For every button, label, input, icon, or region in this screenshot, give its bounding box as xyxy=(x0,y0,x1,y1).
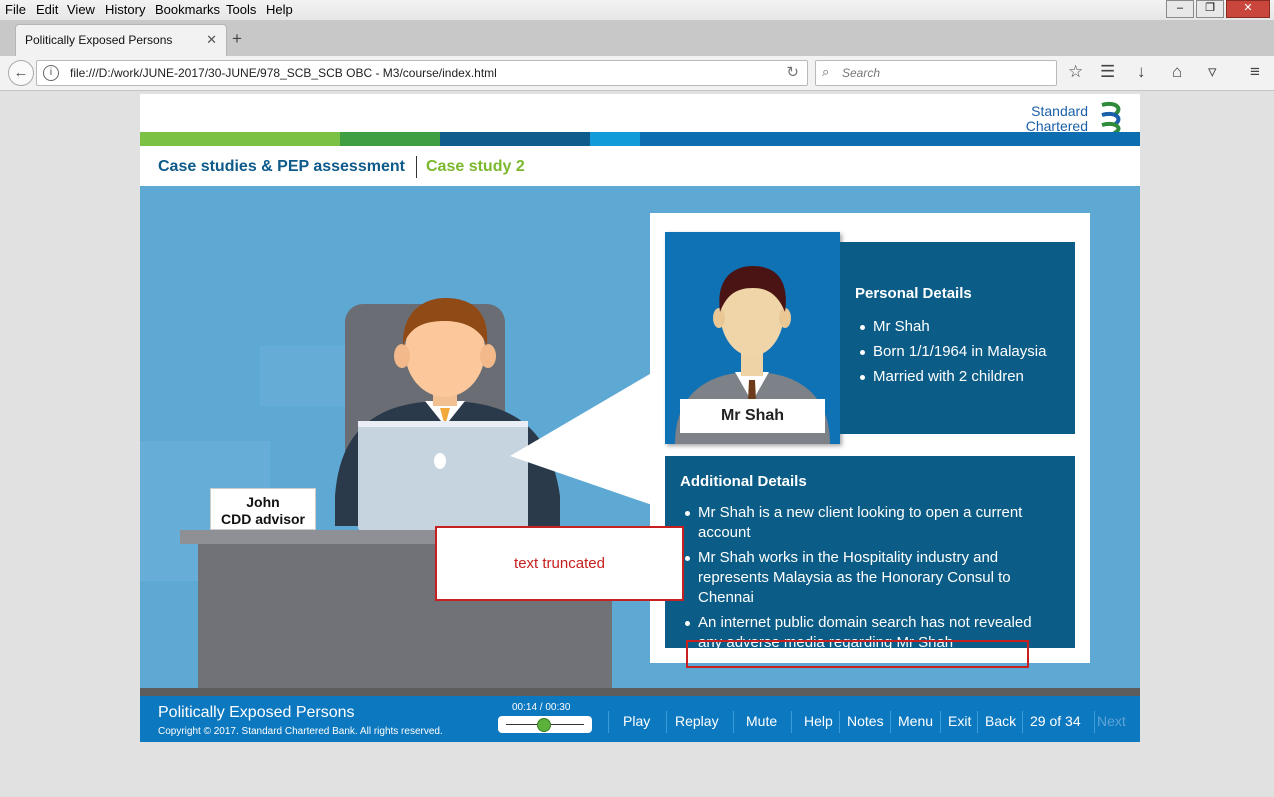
advisor-nameplate: John CDD advisor xyxy=(210,488,316,530)
case-study-scene: John CDD advisor Mr Shah Personal Detail xyxy=(140,186,1140,688)
footer-divider xyxy=(791,711,792,733)
subsection-title: Case study 2 xyxy=(426,158,525,175)
help-button[interactable]: Help xyxy=(804,713,833,729)
audio-timer: 00:14 / 00:30 xyxy=(512,702,571,713)
menu-button[interactable]: Menu xyxy=(898,713,933,729)
next-button[interactable]: Next xyxy=(1097,713,1126,729)
list-item: Mr Shah xyxy=(858,318,1046,343)
list-item: Born 1/1/1964 in Malaysia xyxy=(858,343,1046,368)
section-title: Case studies & PEP assessment xyxy=(158,158,405,175)
reading-list-icon[interactable]: ☰ xyxy=(1100,62,1115,82)
additional-details-title: Additional Details xyxy=(680,473,807,490)
menu-tools[interactable]: Tools xyxy=(226,2,256,17)
notes-button[interactable]: Notes xyxy=(847,713,884,729)
footer-divider xyxy=(890,711,891,733)
list-item: Married with 2 children xyxy=(858,368,1046,393)
personal-details-title: Personal Details xyxy=(855,285,972,302)
advisor-name: John xyxy=(246,494,280,510)
search-input[interactable]: ⌕ Search xyxy=(815,60,1057,86)
reload-icon[interactable]: ↻ xyxy=(786,63,799,81)
course-page: Standard Chartered Case studies & PEP as… xyxy=(140,94,1140,742)
stripe-segment xyxy=(440,132,590,146)
footer-divider xyxy=(733,711,734,733)
footer-divider xyxy=(666,711,667,733)
footer-divider xyxy=(608,711,609,733)
page-counter: 29 of 34 xyxy=(1030,713,1081,729)
stripe-segment xyxy=(640,132,1140,146)
home-icon[interactable]: ⌂ xyxy=(1172,62,1182,82)
bookmark-star-icon[interactable]: ☆ xyxy=(1068,62,1083,82)
menu-bar: File Edit View History Bookmarks Tools H… xyxy=(0,0,1274,20)
play-button[interactable]: Play xyxy=(623,713,650,729)
course-footer: Politically Exposed Persons Copyright © … xyxy=(140,696,1140,742)
search-icon: ⌕ xyxy=(822,64,830,79)
personal-details-panel: Personal Details Mr Shah Born 1/1/1964 i… xyxy=(840,242,1075,434)
stripe-segment xyxy=(340,132,440,146)
tab-close-icon[interactable]: ✕ xyxy=(206,32,217,48)
page-title-bar: Case studies & PEP assessment Case study… xyxy=(140,146,1140,186)
client-name-label: Mr Shah xyxy=(680,399,825,433)
url-bar[interactable]: i file:///D:/work/JUNE-2017/30-JUNE/978_… xyxy=(36,60,808,86)
close-icon[interactable]: ✕ xyxy=(1226,0,1270,18)
footer-separator xyxy=(140,688,1140,696)
slider-handle[interactable] xyxy=(536,718,551,732)
minimize-icon[interactable]: ‒ xyxy=(1166,0,1194,18)
additional-details-panel: Additional Details Mr Shah is a new clie… xyxy=(665,456,1075,648)
menu-help[interactable]: Help xyxy=(266,2,293,17)
menu-edit[interactable]: Edit xyxy=(36,2,58,17)
logo-mark-icon xyxy=(1101,102,1121,135)
footer-divider xyxy=(940,711,941,733)
client-portrait: Mr Shah xyxy=(665,232,840,444)
download-icon[interactable]: ↓ xyxy=(1137,62,1146,82)
menu-history[interactable]: History xyxy=(105,2,145,17)
pocket-icon[interactable]: ▿ xyxy=(1208,62,1217,82)
info-icon[interactable]: i xyxy=(43,65,59,81)
menu-view[interactable]: View xyxy=(67,2,95,17)
tab-title: Politically Exposed Persons xyxy=(25,33,173,47)
title-divider xyxy=(416,156,417,178)
additional-details-list: Mr Shah is a new client looking to open … xyxy=(683,503,1058,648)
navigation-bar: ← i file:///D:/work/JUNE-2017/30-JUNE/97… xyxy=(0,56,1274,91)
footer-divider xyxy=(839,711,840,733)
footer-divider xyxy=(1094,711,1095,733)
review-annotation-box: text truncated xyxy=(435,526,684,601)
search-placeholder: Search xyxy=(842,66,881,80)
client-profile-card: Mr Shah Personal Details Mr Shah Born 1/… xyxy=(650,213,1090,663)
back-button[interactable]: Back xyxy=(985,713,1016,729)
list-item: Mr Shah is a new client looking to open … xyxy=(683,503,1058,543)
tab-strip: Politically Exposed Persons ✕ + xyxy=(0,20,1274,57)
list-item: Mr Shah works in the Hospitality industr… xyxy=(683,548,1058,608)
copyright-text: Copyright © 2017. Standard Chartered Ban… xyxy=(158,726,443,737)
url-text[interactable]: file:///D:/work/JUNE-2017/30-JUNE/978_SC… xyxy=(70,66,497,80)
hamburger-menu-icon[interactable]: ≡ xyxy=(1250,62,1260,82)
stripe-segment xyxy=(140,132,340,146)
exit-button[interactable]: Exit xyxy=(948,713,971,729)
restore-icon[interactable]: ❐ xyxy=(1196,0,1224,18)
menu-bookmarks[interactable]: Bookmarks xyxy=(155,2,220,17)
truncation-highlight-box xyxy=(686,640,1029,668)
audio-progress-slider[interactable] xyxy=(498,716,592,733)
logo-text-line1: Standard xyxy=(1031,103,1088,119)
mute-button[interactable]: Mute xyxy=(746,713,777,729)
footer-divider xyxy=(1022,711,1023,733)
advisor-role: CDD advisor xyxy=(220,511,306,527)
browser-tab[interactable]: Politically Exposed Persons ✕ xyxy=(15,24,227,57)
stripe-segment xyxy=(590,132,640,146)
personal-details-list: Mr Shah Born 1/1/1964 in Malaysia Marrie… xyxy=(858,318,1046,393)
brand-color-stripe xyxy=(140,132,1140,146)
footer-divider xyxy=(977,711,978,733)
new-tab-icon[interactable]: + xyxy=(232,29,242,49)
back-arrow-icon[interactable]: ← xyxy=(8,60,34,86)
replay-button[interactable]: Replay xyxy=(675,713,719,729)
menu-file[interactable]: File xyxy=(5,2,26,17)
course-title: Politically Exposed Persons xyxy=(158,704,355,721)
